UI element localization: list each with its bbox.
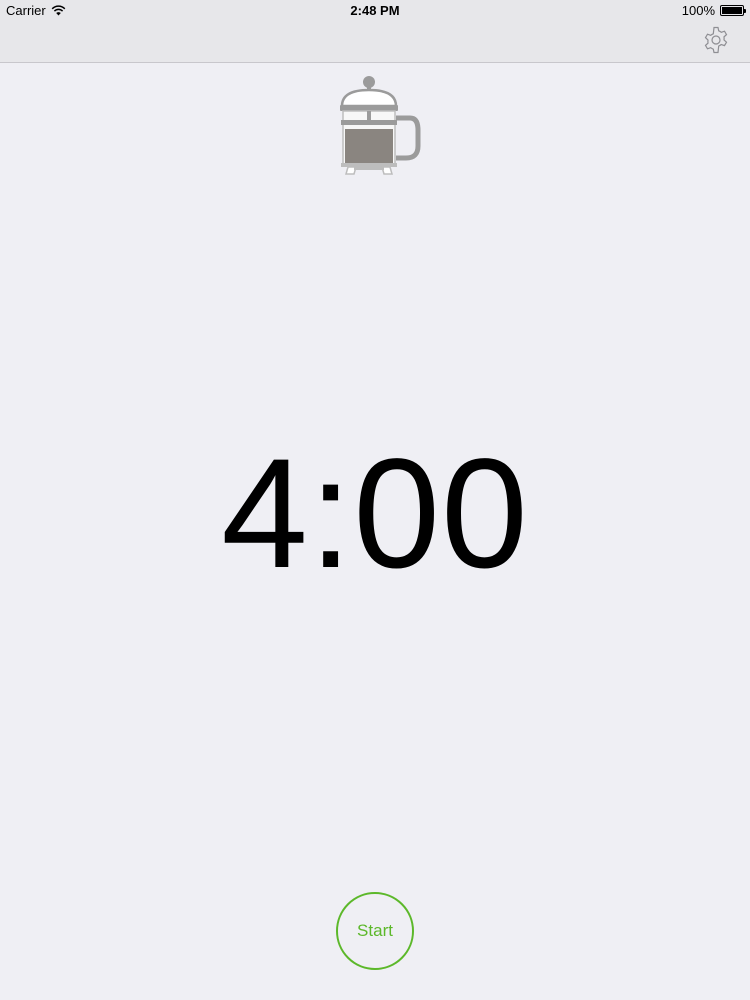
start-button[interactable]: Start — [336, 892, 414, 970]
status-bar: Carrier 2:48 PM 100% — [0, 0, 750, 22]
french-press-icon — [340, 76, 421, 175]
battery-fill — [722, 7, 742, 14]
timer-display: 4:00 — [221, 427, 529, 601]
battery-icon — [720, 5, 746, 16]
gear-icon — [704, 26, 728, 54]
status-right: 100% — [681, 3, 746, 18]
settings-button[interactable] — [700, 24, 732, 56]
battery-percent: 100% — [681, 3, 715, 18]
status-time: 2:48 PM — [350, 3, 400, 18]
